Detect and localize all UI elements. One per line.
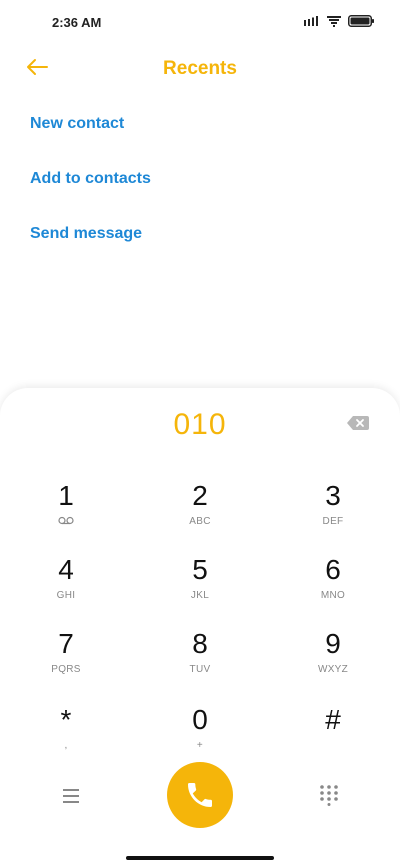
status-bar: 2:36 AM bbox=[0, 0, 400, 44]
add-to-contacts-link[interactable]: Add to contacts bbox=[30, 170, 151, 188]
key-6[interactable]: 6 MNO bbox=[278, 554, 388, 616]
keypad-toggle-button[interactable] bbox=[318, 784, 340, 806]
header: Recents bbox=[0, 48, 400, 88]
key-5[interactable]: 5 JKL bbox=[145, 554, 255, 616]
key-letters: PQRS bbox=[51, 664, 81, 675]
key-1[interactable]: 1 bbox=[11, 480, 121, 542]
key-hash[interactable]: # bbox=[278, 704, 388, 766]
key-letters: MNO bbox=[320, 590, 346, 601]
key-digit: 5 bbox=[192, 554, 208, 585]
key-8[interactable]: 8 TUV bbox=[145, 628, 255, 690]
key-letters: WXYZ bbox=[317, 664, 349, 675]
key-letters: , bbox=[64, 740, 68, 751]
key-digit: 7 bbox=[58, 628, 74, 659]
voicemail-icon bbox=[58, 516, 74, 525]
key-7[interactable]: 7 PQRS bbox=[11, 628, 121, 690]
backspace-icon bbox=[347, 416, 369, 430]
page-title: Recents bbox=[163, 58, 237, 79]
key-digit: # bbox=[325, 704, 341, 735]
wifi-icon bbox=[327, 15, 341, 27]
key-digit: 0 bbox=[192, 704, 208, 735]
key-digit: 9 bbox=[325, 628, 341, 659]
key-2[interactable]: 2 ABC bbox=[145, 480, 255, 542]
phone-icon bbox=[188, 783, 212, 807]
home-indicator[interactable] bbox=[126, 856, 274, 860]
backspace-button[interactable] bbox=[346, 414, 370, 432]
key-letters: ABC bbox=[189, 516, 211, 527]
key-0[interactable]: 0 + bbox=[145, 704, 255, 766]
key-star[interactable]: * , bbox=[11, 704, 121, 766]
key-letters: DEF bbox=[322, 516, 344, 527]
key-letters: + bbox=[196, 740, 204, 751]
dialed-number[interactable]: 010 bbox=[0, 408, 400, 442]
key-digit: 2 bbox=[192, 480, 208, 511]
key-3[interactable]: 3 DEF bbox=[278, 480, 388, 542]
key-letters bbox=[11, 516, 121, 528]
key-digit: 4 bbox=[58, 554, 74, 585]
key-digit: 1 bbox=[58, 480, 74, 511]
status-icons bbox=[304, 15, 374, 27]
menu-icon bbox=[63, 789, 79, 803]
key-digit: 3 bbox=[325, 480, 341, 511]
key-digit: 8 bbox=[192, 628, 208, 659]
key-digit: * bbox=[60, 704, 72, 735]
new-contact-link[interactable]: New contact bbox=[30, 115, 124, 133]
menu-button[interactable] bbox=[58, 786, 84, 806]
key-letters: TUV bbox=[189, 664, 211, 675]
key-4[interactable]: 4 GHI bbox=[11, 554, 121, 616]
key-letters: GHI bbox=[56, 590, 76, 601]
send-message-link[interactable]: Send message bbox=[30, 225, 142, 243]
call-button[interactable] bbox=[167, 762, 233, 828]
keypad-icon bbox=[320, 785, 338, 806]
signal-icon bbox=[304, 16, 318, 26]
key-9[interactable]: 9 WXYZ bbox=[278, 628, 388, 690]
key-digit: 6 bbox=[325, 554, 341, 585]
key-letters: JKL bbox=[190, 590, 210, 601]
battery-icon bbox=[348, 15, 374, 27]
dialpad: 010 1 2 ABC 3 DEF 4 GHI 5 JKL 6 MNO 7 PQ… bbox=[0, 388, 400, 866]
status-time: 2:36 AM bbox=[52, 15, 102, 30]
